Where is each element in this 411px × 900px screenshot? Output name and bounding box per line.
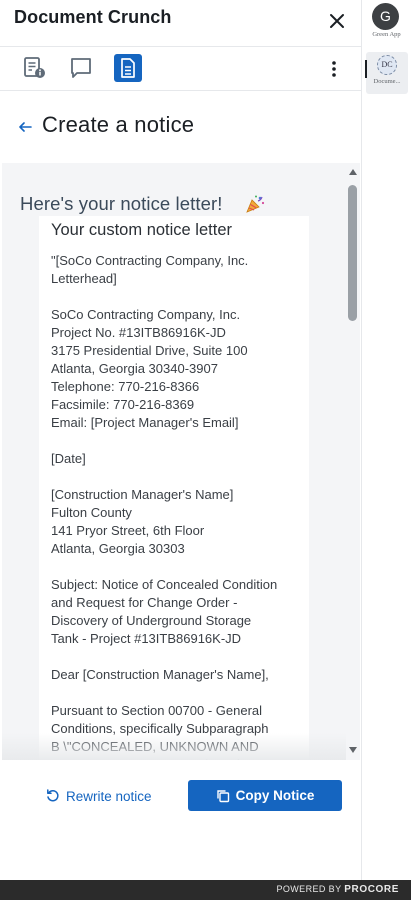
page-heading: Create a notice (0, 91, 362, 163)
page-title: Create a notice (42, 112, 195, 137)
app-rail: G Green App DC Docume... (362, 0, 411, 880)
arrow-left-icon (19, 122, 32, 132)
notice-letter-card: Your custom notice letter "[SoCo Contrac… (39, 216, 309, 760)
rail-app-label: Docume... (373, 78, 401, 85)
active-app-indicator (365, 60, 367, 78)
copy-icon (216, 789, 229, 802)
powered-by: POWERED BY PROCORE (276, 884, 399, 895)
document-info-icon (24, 57, 45, 78)
notice-result-area: Here's your notice letter! Your custom n… (2, 163, 360, 760)
party-popper-icon (245, 194, 265, 214)
tab-notice-document[interactable] (114, 54, 142, 82)
procore-logo: PROCORE (344, 884, 399, 895)
kebab-menu-icon (332, 61, 336, 77)
powered-by-text: POWERED BY (276, 884, 342, 894)
scroll-thumb[interactable] (348, 185, 357, 321)
scroll-down-arrow-icon[interactable] (349, 747, 357, 753)
rail-app-green[interactable]: G Green App (362, 0, 411, 46)
avatar: G (372, 3, 399, 30)
document-icon (121, 58, 135, 78)
scroll-fade-overlay (2, 733, 346, 760)
letter-title: Your custom notice letter (51, 221, 232, 239)
document-crunch-panel: Document Crunch Create a notice Here's y… (0, 0, 362, 880)
letter-body: "[SoCo Contracting Company, Inc. Letterh… (51, 253, 278, 760)
rail-app-document-crunch[interactable]: DC Docume... (365, 52, 408, 94)
toolbar (0, 47, 362, 91)
copy-notice-button[interactable]: Copy Notice (188, 780, 342, 811)
tab-document-info[interactable] (20, 54, 48, 82)
rail-app-label: Green App (372, 31, 401, 38)
document-crunch-logo-icon: DC (377, 55, 397, 75)
copy-notice-label: Copy Notice (235, 788, 315, 803)
more-options-button[interactable] (324, 58, 344, 80)
back-button[interactable] (17, 119, 33, 135)
rewrite-notice-button[interactable]: Rewrite notice (46, 781, 152, 811)
rotate-left-icon (47, 789, 59, 802)
panel-header: Document Crunch (0, 0, 362, 47)
rewrite-notice-label: Rewrite notice (66, 788, 152, 804)
app-title: Document Crunch (14, 7, 172, 27)
close-button[interactable] (326, 10, 348, 32)
footer-bar: POWERED BY PROCORE (0, 880, 411, 900)
tab-chat[interactable] (67, 54, 95, 82)
chat-bubble-icon (71, 58, 91, 78)
scroll-up-arrow-icon[interactable] (349, 169, 357, 175)
result-heading: Here's your notice letter! (20, 193, 223, 214)
notice-actions: Rewrite notice Copy Notice (0, 760, 362, 828)
content-scrollbar[interactable] (346, 163, 360, 760)
close-icon (330, 14, 344, 28)
